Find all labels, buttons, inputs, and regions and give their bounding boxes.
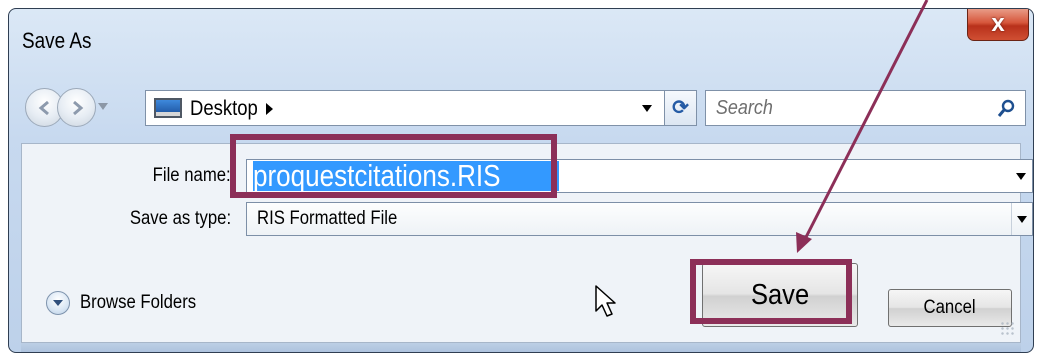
address-location: Desktop (190, 97, 258, 120)
search-box[interactable] (705, 90, 1026, 126)
resize-grip-icon[interactable] (1000, 321, 1014, 335)
save-button[interactable]: Save (702, 263, 858, 327)
chevron-down-icon[interactable] (98, 103, 108, 110)
save-options-panel: File name: Save as type: RIS Formatted F… (21, 143, 1033, 343)
search-icon[interactable] (997, 98, 1017, 118)
save-button-label: Save (750, 278, 810, 311)
save-as-type-label: Save as type: (129, 208, 231, 229)
address-bar[interactable]: Desktop (145, 90, 665, 126)
save-as-type-value: RIS Formatted File (257, 208, 398, 229)
window-title: Save As (22, 28, 92, 53)
cancel-button-label: Cancel (923, 297, 977, 318)
file-name-input[interactable] (253, 161, 875, 191)
chevron-down-icon[interactable] (1011, 203, 1032, 235)
file-name-field[interactable] (246, 159, 1033, 193)
forward-arrow-icon (73, 100, 84, 116)
browse-folders-toggle[interactable] (46, 291, 70, 315)
forward-button[interactable] (57, 88, 96, 127)
mouse-pointer-icon (595, 285, 616, 317)
refresh-icon: ⟳ (672, 97, 689, 119)
browse-folders-label[interactable]: Browse Folders (80, 292, 196, 314)
chevron-down-icon[interactable] (1016, 173, 1026, 180)
save-as-dialog: Save As x Desktop ⟳ Search File name: pr… (8, 8, 1034, 353)
file-name-label: File name: (152, 165, 231, 186)
save-as-type-select[interactable]: RIS Formatted File (246, 202, 1033, 236)
close-icon: x (991, 10, 1005, 37)
cancel-button[interactable]: Cancel (888, 289, 1012, 327)
chevron-right-icon[interactable] (266, 103, 273, 115)
back-arrow-icon (38, 100, 49, 116)
dialog-bottom-border (21, 343, 1021, 352)
close-button[interactable]: x (967, 9, 1029, 41)
desktop-icon (154, 98, 182, 118)
search-input[interactable] (706, 91, 960, 125)
chevron-down-icon[interactable] (642, 105, 652, 112)
refresh-button[interactable]: ⟳ (665, 90, 697, 126)
screenshot-stage: Save As x Desktop ⟳ Search File name: pr… (0, 0, 1039, 356)
